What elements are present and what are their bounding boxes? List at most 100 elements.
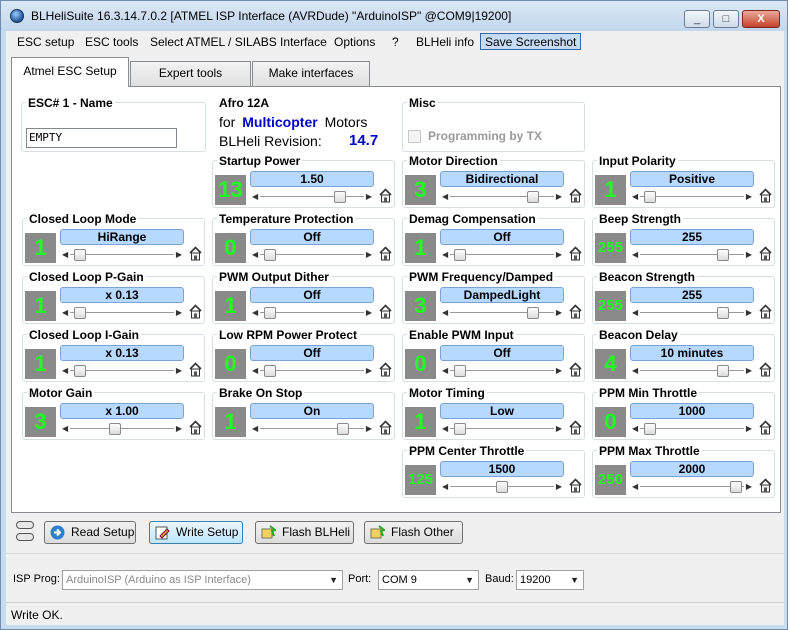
enable-pwm-input-slider[interactable]: ◀ ▶ (440, 363, 564, 379)
beacon-delay-slider[interactable]: ◀ ▶ (630, 363, 754, 379)
slider-thumb[interactable] (264, 365, 276, 377)
slider-left-arrow-icon[interactable]: ◀ (62, 422, 68, 436)
tab-make-interfaces[interactable]: Make interfaces (252, 61, 370, 86)
ppm-max-throttle-slider[interactable]: ◀ ▶ (630, 479, 754, 495)
slider-right-arrow-icon[interactable]: ▶ (746, 306, 752, 320)
slider-thumb[interactable] (454, 249, 466, 261)
pwm-frequency-damped-slider[interactable]: ◀ ▶ (440, 305, 564, 321)
slider-right-arrow-icon[interactable]: ▶ (176, 306, 182, 320)
slider-right-arrow-icon[interactable]: ▶ (176, 248, 182, 262)
menu-esc-setup[interactable]: ESC setup (13, 34, 78, 51)
slider-left-arrow-icon[interactable]: ◀ (442, 480, 448, 494)
default-house-icon[interactable] (379, 420, 392, 435)
flash-blheli-button[interactable]: Flash BLHeli (255, 521, 354, 544)
slider-right-arrow-icon[interactable]: ▶ (366, 306, 372, 320)
default-house-icon[interactable] (759, 420, 772, 435)
slider-thumb[interactable] (454, 423, 466, 435)
default-house-icon[interactable] (379, 188, 392, 203)
default-house-icon[interactable] (569, 362, 582, 377)
slider-left-arrow-icon[interactable]: ◀ (252, 364, 258, 378)
slider-thumb[interactable] (264, 249, 276, 261)
baud-select[interactable]: 19200 ▼ (516, 570, 584, 590)
slider-thumb[interactable] (74, 365, 86, 377)
programming-by-tx-checkbox[interactable] (408, 130, 421, 143)
slider-left-arrow-icon[interactable]: ◀ (252, 422, 258, 436)
default-house-icon[interactable] (189, 304, 202, 319)
slider-left-arrow-icon[interactable]: ◀ (632, 248, 638, 262)
default-house-icon[interactable] (379, 246, 392, 261)
slider-thumb[interactable] (109, 423, 121, 435)
motor-direction-slider[interactable]: ◀ ▶ (440, 189, 564, 205)
isp-prog-select[interactable]: ArduinoISP (Arduino as ISP Interface) ▼ (62, 570, 343, 590)
menu-select-interface[interactable]: Select ATMEL / SILABS Interface (146, 34, 331, 51)
default-house-icon[interactable] (379, 362, 392, 377)
menu-blheli-info[interactable]: BLHeli info (412, 34, 478, 51)
slider-right-arrow-icon[interactable]: ▶ (366, 422, 372, 436)
slider-thumb[interactable] (730, 481, 742, 493)
slider-right-arrow-icon[interactable]: ▶ (746, 364, 752, 378)
write-setup-button[interactable]: Write Setup (149, 521, 243, 544)
slider-right-arrow-icon[interactable]: ▶ (366, 190, 372, 204)
slider-left-arrow-icon[interactable]: ◀ (442, 190, 448, 204)
slider-thumb[interactable] (717, 249, 729, 261)
slider-thumb[interactable] (337, 423, 349, 435)
slider-left-arrow-icon[interactable]: ◀ (62, 248, 68, 262)
motor-timing-slider[interactable]: ◀ ▶ (440, 421, 564, 437)
demag-compensation-slider[interactable]: ◀ ▶ (440, 247, 564, 263)
default-house-icon[interactable] (569, 188, 582, 203)
default-house-icon[interactable] (759, 304, 772, 319)
slider-left-arrow-icon[interactable]: ◀ (442, 248, 448, 262)
default-house-icon[interactable] (569, 478, 582, 493)
close-button[interactable]: X (742, 10, 780, 28)
brake-on-stop-slider[interactable]: ◀ ▶ (250, 421, 374, 437)
maximize-button[interactable]: □ (713, 10, 739, 28)
slider-left-arrow-icon[interactable]: ◀ (252, 190, 258, 204)
menu-options[interactable]: Options (330, 34, 379, 51)
menu-save-screenshot[interactable]: Save Screenshot (480, 33, 582, 50)
default-house-icon[interactable] (759, 188, 772, 203)
slider-right-arrow-icon[interactable]: ▶ (746, 422, 752, 436)
motor-gain-slider[interactable]: ◀ ▶ (60, 421, 184, 437)
slider-left-arrow-icon[interactable]: ◀ (442, 306, 448, 320)
slider-thumb[interactable] (74, 249, 86, 261)
menu-esc-tools[interactable]: ESC tools (81, 34, 142, 51)
slider-thumb[interactable] (644, 191, 656, 203)
slider-thumb[interactable] (644, 423, 656, 435)
slider-right-arrow-icon[interactable]: ▶ (366, 364, 372, 378)
slider-left-arrow-icon[interactable]: ◀ (632, 190, 638, 204)
default-house-icon[interactable] (569, 420, 582, 435)
beacon-strength-slider[interactable]: ◀ ▶ (630, 305, 754, 321)
slider-right-arrow-icon[interactable]: ▶ (176, 364, 182, 378)
default-house-icon[interactable] (189, 420, 202, 435)
slider-thumb[interactable] (264, 307, 276, 319)
slider-thumb[interactable] (527, 191, 539, 203)
slider-left-arrow-icon[interactable]: ◀ (442, 364, 448, 378)
slider-right-arrow-icon[interactable]: ▶ (556, 190, 562, 204)
slider-right-arrow-icon[interactable]: ▶ (556, 306, 562, 320)
closed-loop-p-gain-slider[interactable]: ◀ ▶ (60, 305, 184, 321)
slider-thumb[interactable] (496, 481, 508, 493)
default-house-icon[interactable] (759, 478, 772, 493)
default-house-icon[interactable] (379, 304, 392, 319)
default-house-icon[interactable] (569, 246, 582, 261)
esc-name-field[interactable]: EMPTY (26, 128, 177, 148)
slider-left-arrow-icon[interactable]: ◀ (632, 364, 638, 378)
slider-left-arrow-icon[interactable]: ◀ (632, 480, 638, 494)
pwm-output-dither-slider[interactable]: ◀ ▶ (250, 305, 374, 321)
slider-left-arrow-icon[interactable]: ◀ (632, 306, 638, 320)
closed-loop-mode-slider[interactable]: ◀ ▶ (60, 247, 184, 263)
ppm-center-throttle-slider[interactable]: ◀ ▶ (440, 479, 564, 495)
slider-left-arrow-icon[interactable]: ◀ (442, 422, 448, 436)
default-house-icon[interactable] (569, 304, 582, 319)
temperature-protection-slider[interactable]: ◀ ▶ (250, 247, 374, 263)
slider-left-arrow-icon[interactable]: ◀ (252, 306, 258, 320)
slider-right-arrow-icon[interactable]: ▶ (746, 480, 752, 494)
slider-right-arrow-icon[interactable]: ▶ (366, 248, 372, 262)
input-polarity-slider[interactable]: ◀ ▶ (630, 189, 754, 205)
default-house-icon[interactable] (759, 246, 772, 261)
slider-right-arrow-icon[interactable]: ▶ (556, 422, 562, 436)
slider-left-arrow-icon[interactable]: ◀ (62, 364, 68, 378)
tab-atmel-esc-setup[interactable]: Atmel ESC Setup (11, 57, 129, 87)
slider-right-arrow-icon[interactable]: ▶ (746, 248, 752, 262)
slider-right-arrow-icon[interactable]: ▶ (556, 480, 562, 494)
